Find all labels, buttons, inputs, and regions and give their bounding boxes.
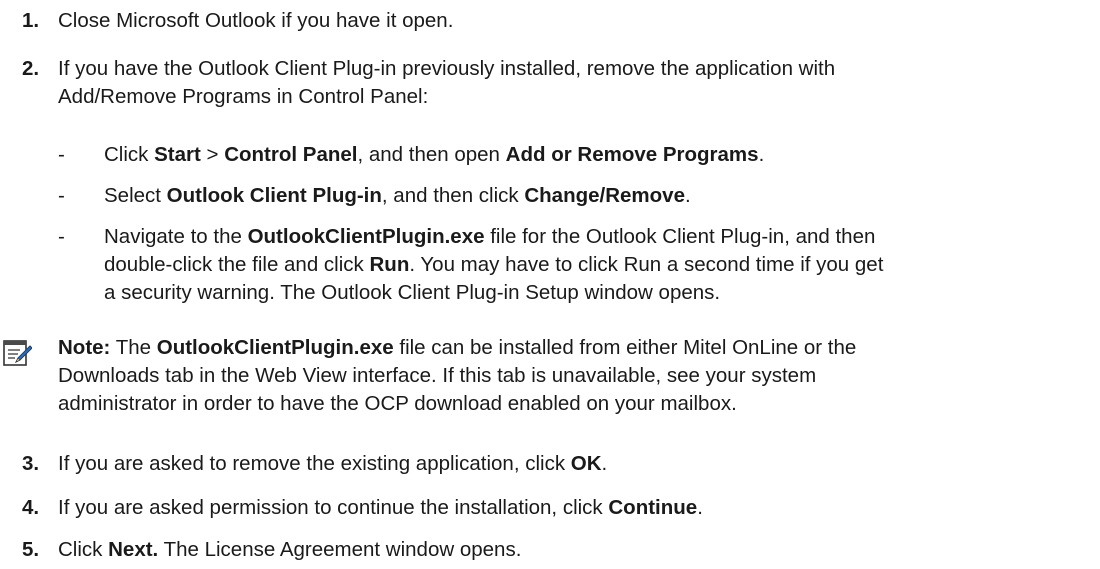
substep-text: Select Outlook Client Plug-in, and then …	[104, 184, 691, 207]
ui-term: Control Panel	[224, 143, 358, 166]
note-text: Note: The OutlookClientPlugin.exe file c…	[58, 336, 857, 415]
note-label: Note:	[58, 336, 111, 359]
step-text: Close Microsoft Outlook if you have it o…	[58, 9, 454, 32]
dash-bullet: -	[58, 184, 65, 207]
substep-text: Navigate to the OutlookClientPlugin.exe …	[104, 225, 884, 304]
ui-term: OK	[570, 452, 602, 475]
step-number: 1.	[22, 9, 40, 32]
ui-term: OutlookClientPlugin.exe	[156, 336, 394, 359]
ui-term: Add or Remove Programs	[505, 143, 759, 166]
ui-term: Change/Remove	[524, 184, 685, 207]
ui-term: Run	[369, 253, 410, 276]
ui-term: Next.	[108, 538, 159, 561]
dash-bullet: -	[58, 143, 65, 166]
substep-text: Click Start > Control Panel, and then op…	[104, 143, 765, 166]
step-number: 4.	[22, 496, 40, 519]
step-text-line: Add/Remove Programs in Control Panel:	[58, 85, 429, 108]
ui-term: OutlookClientPlugin.exe	[247, 225, 485, 248]
step-text: Click Next. The License Agreement window…	[58, 538, 522, 561]
step-number: 5.	[22, 538, 40, 561]
step-number: 2.	[22, 57, 40, 80]
step-text: If you are asked to remove the existing …	[58, 452, 608, 475]
step-number: 3.	[22, 452, 40, 475]
dash-bullet: -	[58, 225, 65, 248]
note-pencil-icon	[2, 338, 33, 368]
step-text-line: If you have the Outlook Client Plug-in p…	[58, 57, 836, 80]
ui-term: Start	[154, 143, 201, 166]
ui-term: Outlook Client Plug-in	[166, 184, 382, 207]
ui-term: Continue	[608, 496, 698, 519]
step-text: If you have the Outlook Client Plug-in p…	[58, 55, 1088, 111]
document-page: 1. Close Microsoft Outlook if you have i…	[0, 0, 1100, 569]
step-text: If you are asked permission to continue …	[58, 496, 703, 519]
